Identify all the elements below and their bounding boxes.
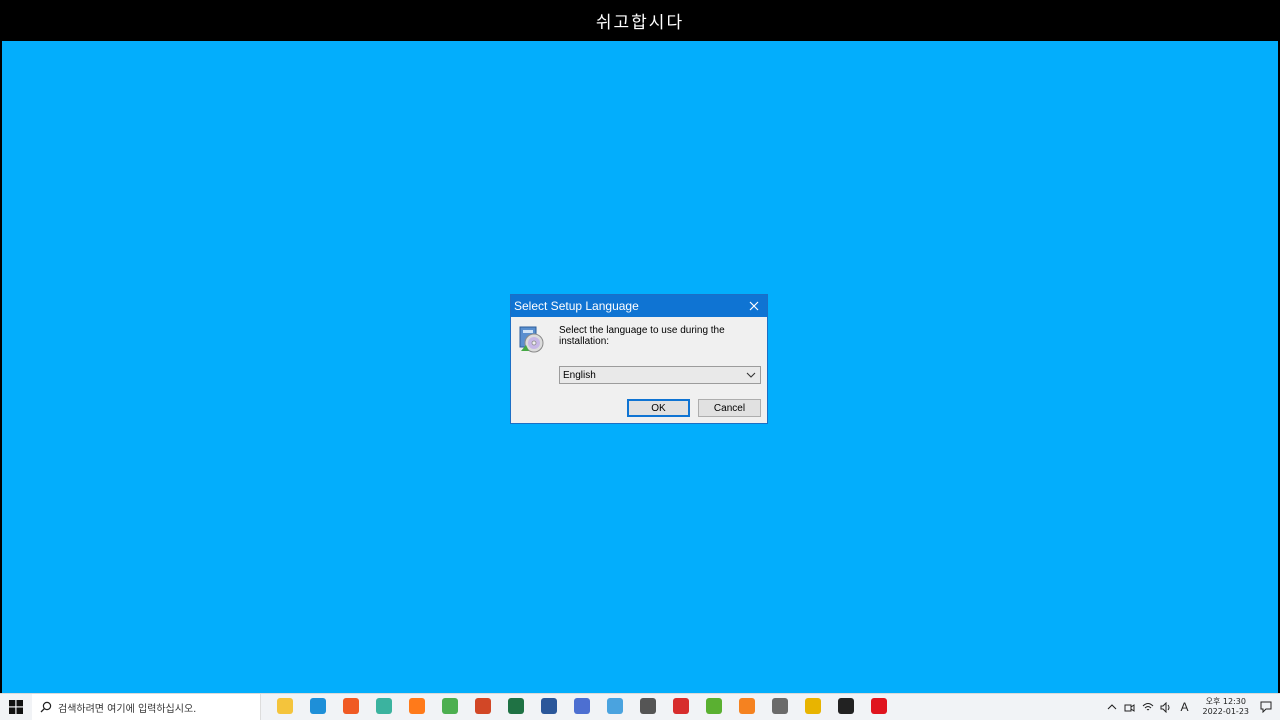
setup-language-dialog: Select Setup Language Select the languag… bbox=[510, 294, 768, 424]
opera-icon[interactable] bbox=[870, 698, 887, 714]
excel-icon[interactable] bbox=[507, 698, 524, 714]
taskbar: 검색하려면 여기에 입력하십시오. A 오후 12:30 2022-01-23 bbox=[0, 693, 1280, 720]
close-button[interactable] bbox=[741, 295, 767, 317]
search-placeholder: 검색하려면 여기에 입력하십시오. bbox=[58, 703, 197, 715]
dialog-title: Select Setup Language bbox=[514, 299, 639, 313]
dialog-title-bar[interactable]: Select Setup Language bbox=[511, 295, 767, 317]
language-select-value: English bbox=[563, 369, 596, 381]
file-explorer-icon[interactable] bbox=[276, 698, 293, 714]
close-icon bbox=[749, 301, 759, 311]
chrome-alt-icon[interactable] bbox=[804, 698, 821, 714]
brave-icon[interactable] bbox=[342, 698, 359, 714]
app-green-icon[interactable] bbox=[705, 698, 722, 714]
setup-disc-icon bbox=[517, 325, 547, 355]
meet-now-icon[interactable] bbox=[1124, 701, 1136, 713]
pinned-apps bbox=[268, 697, 895, 717]
app-se-icon[interactable] bbox=[672, 698, 689, 714]
firefox-icon[interactable] bbox=[408, 698, 425, 714]
top-banner: 쉬고합시다 bbox=[0, 0, 1280, 41]
chevron-up-icon[interactable] bbox=[1106, 701, 1118, 713]
dialog-message: Select the language to use during the in… bbox=[559, 325, 725, 347]
search-box[interactable]: 검색하려면 여기에 입력하십시오. bbox=[32, 694, 261, 720]
calculator-icon[interactable] bbox=[771, 698, 788, 714]
date: 2022-01-23 bbox=[1202, 707, 1250, 716]
chrome-icon[interactable] bbox=[441, 698, 458, 714]
ime-indicator[interactable]: A bbox=[1178, 700, 1192, 714]
app-s-icon[interactable] bbox=[375, 698, 392, 714]
cancel-button[interactable]: Cancel bbox=[698, 399, 761, 417]
wifi-icon[interactable] bbox=[1142, 701, 1154, 713]
start-button[interactable] bbox=[9, 700, 23, 714]
vlc-icon[interactable] bbox=[738, 698, 755, 714]
search-icon bbox=[40, 701, 52, 713]
ok-button[interactable]: OK bbox=[627, 399, 690, 417]
volume-icon[interactable] bbox=[1160, 701, 1172, 713]
time: 12:30 bbox=[1222, 697, 1246, 706]
language-select[interactable]: English bbox=[559, 366, 761, 384]
word-icon[interactable] bbox=[540, 698, 557, 714]
chevron-down-icon bbox=[746, 372, 756, 378]
sticky-notes-icon[interactable] bbox=[837, 698, 854, 714]
powerpoint-icon[interactable] bbox=[474, 698, 491, 714]
clock[interactable]: 오후 12:30 2022-01-23 bbox=[1203, 697, 1250, 717]
remote-desktop-icon[interactable] bbox=[606, 698, 623, 714]
notification-icon[interactable] bbox=[1260, 701, 1272, 713]
search-tool-icon[interactable] bbox=[639, 698, 656, 714]
top-banner-text: 쉬고합시다 bbox=[595, 13, 685, 33]
time-period: 오후 bbox=[1205, 697, 1221, 706]
windows-icon bbox=[9, 700, 23, 714]
app-h-icon[interactable] bbox=[573, 698, 590, 714]
system-tray: A 오후 12:30 2022-01-23 bbox=[1103, 694, 1280, 720]
edge-icon[interactable] bbox=[309, 698, 326, 714]
